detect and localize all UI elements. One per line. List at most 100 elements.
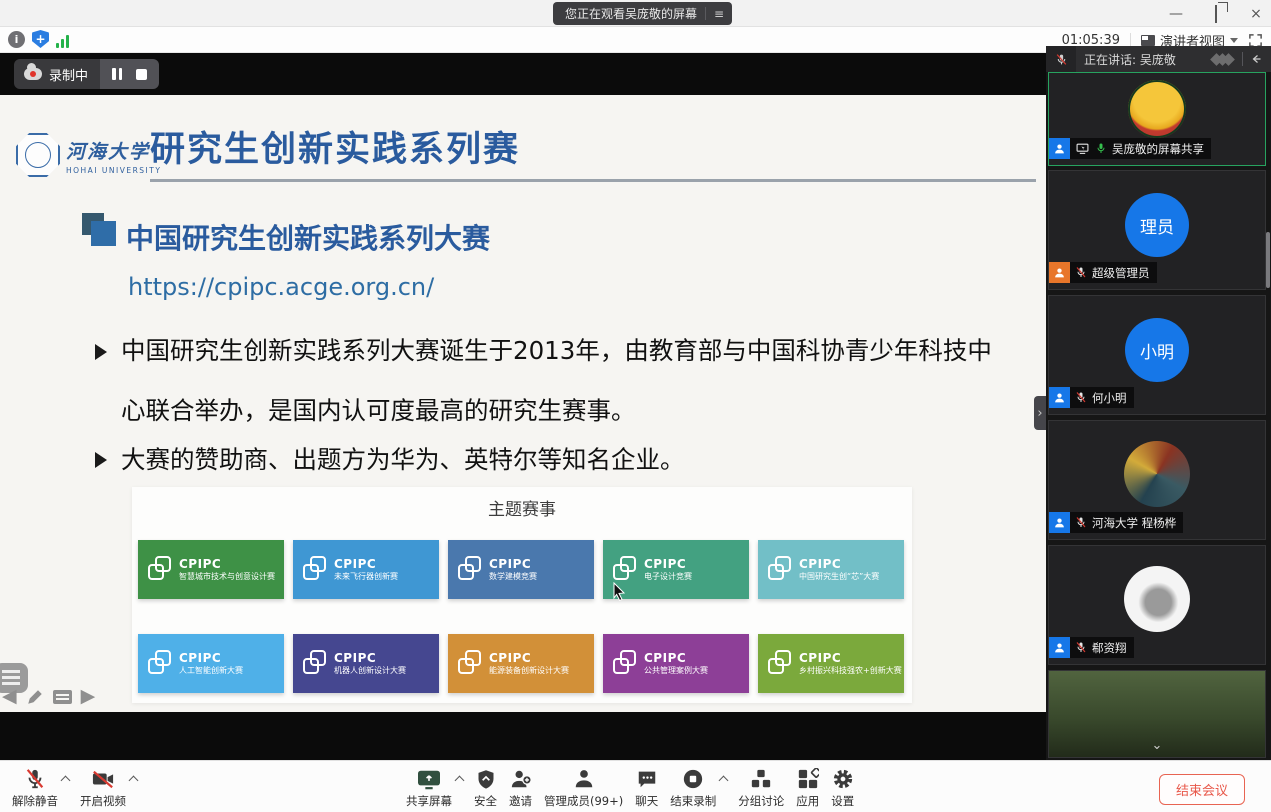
pause-recording-button[interactable] (112, 68, 122, 80)
pen-tool-icon[interactable] (26, 688, 44, 706)
invite-button[interactable]: 邀请 (503, 767, 538, 809)
close-button[interactable]: × (1247, 7, 1265, 21)
competition-tile[interactable]: CPIPC人工智能创新大赛 (138, 634, 284, 693)
cpipc-logo-icon (303, 650, 329, 677)
recording-options-chevron[interactable] (720, 775, 728, 783)
participant-icon (1049, 512, 1070, 533)
mic-muted-icon (1075, 516, 1087, 529)
speaker-view-icon (1141, 35, 1155, 46)
competition-tile[interactable]: CPIPC智慧城市技术与创意设计赛 (138, 540, 284, 599)
bullet-item: 大赛的赞助商、出题方为华为、英特尔等知名企业。 (95, 443, 1001, 477)
bullet-text-2: 大赛的赞助商、出题方为华为、英特尔等知名企业。 (121, 443, 1001, 477)
security-shield-icon[interactable]: + (32, 30, 49, 48)
meeting-info-icon[interactable]: i (8, 31, 25, 48)
invite-person-icon (510, 767, 532, 791)
minimize-button[interactable]: — (1167, 7, 1185, 21)
bullet-item: 中国研究生创新实践系列大赛诞生于2013年，由教育部与中国科协青少年科技中心联合… (95, 335, 1001, 441)
cpipc-logo-icon (613, 650, 639, 677)
avatar: 小明 (1125, 318, 1189, 382)
shared-screen-area: 录制中 河海大学 HOHAI UNIVERSITY 研究生创新实践系列赛 中国研… (0, 53, 1046, 760)
bullet-arrow-icon (95, 452, 107, 468)
camera-off-icon (91, 767, 115, 791)
slide-header-title: 研究生创新实践系列赛 (150, 121, 520, 172)
meeting-toolbar: 解除静音 开启视频 共享屏幕 (0, 760, 1271, 812)
collapse-panel-icon[interactable] (1250, 53, 1263, 65)
bullet-text-1: 中国研究生创新实践系列大赛诞生于2013年，由教育部与中国科协青少年科技中心联合… (121, 321, 1001, 441)
mic-muted-icon (1075, 266, 1087, 279)
chat-button[interactable]: 聊天 (629, 767, 664, 809)
participant-tile[interactable]: 小明 何小明 (1048, 295, 1266, 415)
previous-slide-button[interactable]: ◀ (2, 687, 17, 706)
cpipc-logo-icon (148, 650, 174, 677)
breakout-rooms-button[interactable]: 分组讨论 (732, 767, 790, 809)
mic-options-chevron[interactable] (62, 775, 70, 783)
watching-banner: 您正在观看吴庞敬的屏幕 ≡ (553, 2, 732, 25)
stop-recording-button[interactable]: 结束录制 (664, 767, 722, 809)
participant-tile[interactable]: 理员 超级管理员 (1048, 170, 1266, 290)
participant-icon (1049, 637, 1070, 658)
host-icon (1049, 262, 1070, 283)
end-meeting-button[interactable]: 结束会议 (1159, 774, 1245, 805)
competition-tile[interactable]: CPIPC乡村振兴科技强农+创新大赛 (758, 634, 904, 693)
security-button[interactable]: 安全 (468, 767, 503, 809)
chevron-down-icon (1230, 38, 1238, 43)
share-options-chevron[interactable] (456, 775, 464, 783)
participant-tile[interactable]: 河海大学 程杨桦 (1048, 420, 1266, 540)
sidebar-scrollbar[interactable] (1266, 232, 1270, 288)
restore-icon (1215, 5, 1217, 23)
competition-tile[interactable]: CPIPC数学建模竞赛 (448, 540, 594, 599)
competition-tile[interactable]: CPIPC中国研究生创“芯”大赛 (758, 540, 904, 599)
participant-tile-screen-share[interactable]: 吴庞敬的屏幕共享 (1048, 72, 1266, 166)
competition-tile[interactable]: CPIPC未来飞行器创新赛 (293, 540, 439, 599)
restore-button[interactable] (1207, 7, 1225, 21)
cpipc-logo-icon (768, 650, 794, 677)
participant-name: 吴庞敬的屏幕共享 (1112, 141, 1204, 157)
panel-collapse-handle[interactable]: › (1034, 396, 1046, 430)
hohai-university-logo (16, 133, 60, 177)
unmute-button[interactable]: 解除静音 (6, 767, 64, 809)
competition-tile[interactable]: CPIPC机器人创新设计大赛 (293, 634, 439, 693)
cloud-recording-icon (24, 68, 42, 80)
apps-grid-icon (797, 767, 819, 791)
cpipc-logo-icon (148, 556, 174, 583)
layout-layers-icon[interactable] (1215, 55, 1233, 64)
mic-active-icon (1095, 142, 1107, 155)
stop-record-icon (682, 767, 704, 791)
notes-tool-icon[interactable] (53, 690, 72, 704)
competition-tile[interactable]: CPIPC公共管理案例大赛 (603, 634, 749, 693)
header-underline (150, 179, 1036, 182)
mic-muted-icon (1075, 641, 1087, 654)
gear-icon (832, 767, 854, 791)
recording-indicator: 录制中 (14, 59, 159, 89)
squares-bullet-icon (82, 213, 118, 249)
settings-button[interactable]: 设置 (825, 767, 860, 809)
video-options-chevron[interactable] (130, 775, 138, 783)
avatar (1128, 80, 1186, 138)
scroll-down-chevron-icon[interactable]: ⌄ (1152, 738, 1163, 753)
avatar: 理员 (1125, 193, 1189, 257)
participant-tile[interactable]: ⌄ (1048, 670, 1266, 758)
participant-name: 何小明 (1092, 390, 1127, 406)
mic-muted-icon (24, 767, 46, 791)
share-screen-button[interactable]: 共享屏幕 (400, 767, 458, 809)
cpipc-logo-icon (613, 556, 639, 583)
competition-url: https://cpipc.acge.org.cn/ (128, 273, 434, 301)
university-name-en: HOHAI UNIVERSITY (66, 166, 161, 175)
breakout-blocks-icon (750, 767, 772, 791)
cpipc-logo-icon (303, 556, 329, 583)
competition-tile[interactable]: CPIPC能源装备创新设计大赛 (448, 634, 594, 693)
start-video-button[interactable]: 开启视频 (74, 767, 132, 809)
participant-icon (1049, 138, 1070, 159)
recording-label: 录制中 (49, 65, 88, 84)
watching-banner-text: 您正在观看吴庞敬的屏幕 (565, 5, 697, 22)
manage-members-button[interactable]: 管理成员(99+) (538, 767, 629, 809)
banner-menu-icon[interactable]: ≡ (714, 8, 724, 20)
participant-tile[interactable]: 郗资翔 (1048, 545, 1266, 665)
network-signal-icon[interactable] (56, 33, 69, 48)
next-slide-button[interactable]: ▶ (81, 687, 96, 706)
stop-recording-button[interactable] (136, 69, 147, 80)
apps-button[interactable]: 应用 (790, 767, 825, 809)
avatar (1124, 566, 1190, 632)
speaker-header: 正在讲话: 吴庞敬 (1046, 46, 1271, 72)
university-name-cn: 河海大学 (66, 137, 161, 164)
